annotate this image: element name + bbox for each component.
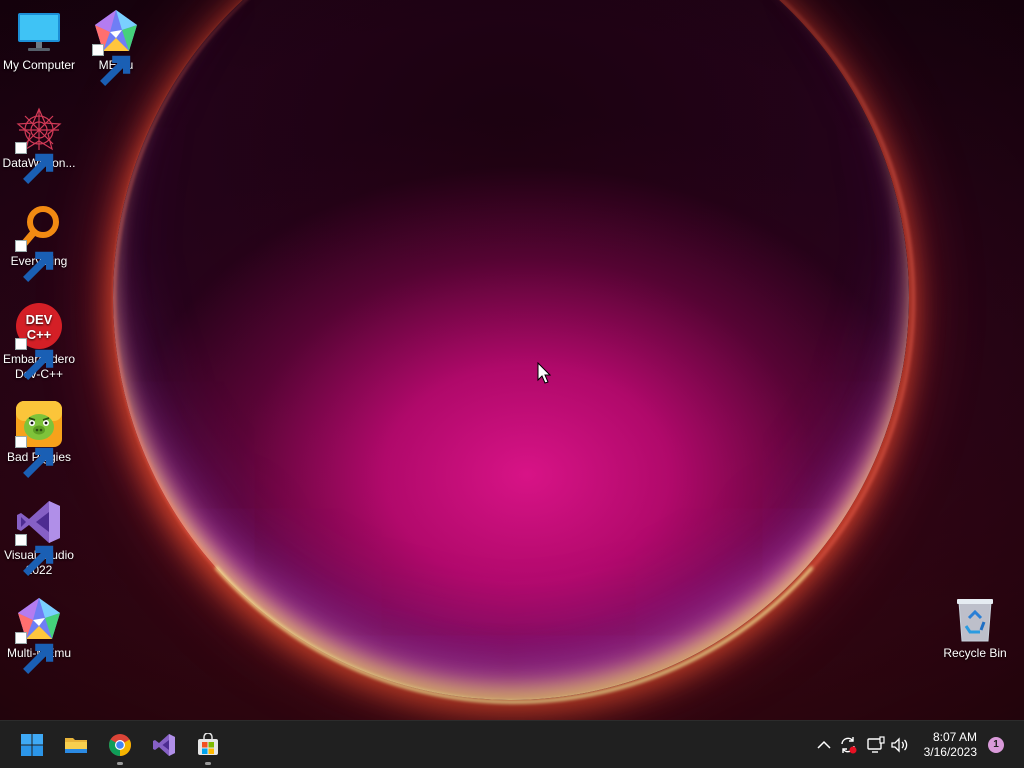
desktop-icon-label: My Computer	[2, 58, 76, 72]
recycle-bin-icon	[951, 596, 999, 644]
mouse-pointer-icon	[537, 361, 552, 384]
shortcut-arrow-icon	[15, 436, 54, 478]
folder-icon	[65, 738, 87, 753]
taskbar-visual-studio[interactable]	[148, 729, 180, 761]
desktop-icon-visual-studio[interactable]: Visual Studio 2022	[0, 498, 78, 578]
visual-studio-icon	[15, 498, 63, 576]
desktop-icon-my-computer[interactable]: My Computer	[0, 8, 78, 73]
wallpaper-vignette	[0, 0, 1024, 720]
chevron-up-icon	[817, 740, 831, 749]
shortcut-arrow-icon	[15, 338, 54, 380]
store-icon	[198, 733, 218, 755]
tray-volume-button[interactable]	[890, 735, 910, 755]
svg-text:DEV: DEV	[26, 312, 53, 327]
taskbar-chrome[interactable]	[104, 729, 136, 765]
tray-network-button[interactable]	[866, 735, 886, 755]
memu-icon	[92, 8, 140, 86]
windows-start-icon	[21, 734, 43, 756]
running-indicator	[205, 762, 211, 765]
show-hidden-icons-button[interactable]	[814, 735, 834, 755]
desktop-icon-recycle-bin[interactable]: Recycle Bin	[936, 596, 1014, 661]
shortcut-arrow-icon	[15, 240, 54, 282]
desktop-icon-devcpp[interactable]: DEV C++ Embarcadero Dev-C++	[0, 302, 78, 382]
datawagon-icon	[15, 106, 63, 184]
network-icon	[867, 736, 885, 753]
taskbar-microsoft-store[interactable]	[192, 729, 224, 765]
shortcut-arrow-icon	[15, 142, 54, 184]
shortcut-arrow-icon	[15, 632, 54, 674]
desktop-icon-everything[interactable]: Everything	[0, 204, 78, 282]
tray-sync-button[interactable]	[838, 735, 858, 755]
desktop-icon-bad-piggies[interactable]: Bad Piggies	[0, 400, 78, 478]
running-indicator	[117, 762, 123, 765]
chrome-icon	[109, 734, 131, 756]
clock-time: 8:07 AM	[932, 730, 977, 744]
taskbar: 8:07 AM 3/16/2023 1	[0, 720, 1024, 768]
notification-center-badge[interactable]: 1	[988, 737, 1004, 753]
desktop-icon-multi-memu[interactable]: Multi-MEmu	[0, 596, 78, 674]
shortcut-arrow-icon	[15, 534, 54, 576]
shortcut-arrow-icon	[92, 44, 131, 86]
multi-memu-icon	[15, 596, 63, 674]
desktop-icon-label: Recycle Bin	[943, 646, 1007, 660]
clock-date: 3/16/2023	[923, 745, 977, 759]
desktop-icon-datawagon[interactable]: DataWagon...	[0, 106, 78, 184]
everything-search-icon	[15, 204, 63, 282]
sync-icon	[841, 737, 857, 754]
visual-studio-icon	[153, 734, 175, 756]
devcpp-icon: DEV C++	[15, 302, 63, 380]
monitor-icon	[15, 8, 63, 56]
taskbar-file-explorer[interactable]	[60, 729, 92, 761]
tray-clock[interactable]: 8:07 AM 3/16/2023	[924, 730, 977, 760]
start-button[interactable]	[16, 729, 48, 761]
bad-piggies-icon	[15, 400, 63, 478]
desktop-wallpaper	[0, 0, 1024, 720]
desktop-icon-memu[interactable]: MEmu	[77, 8, 155, 86]
volume-icon	[891, 737, 908, 753]
